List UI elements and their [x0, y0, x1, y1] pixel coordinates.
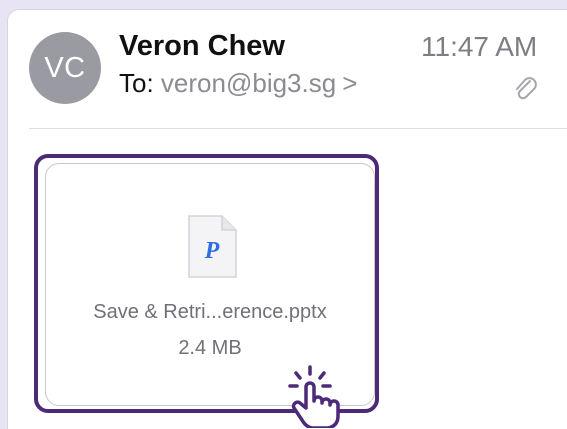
- hand-pointer-icon: [288, 365, 340, 428]
- recipient-line[interactable]: To: veron@big3.sg >: [119, 68, 357, 99]
- recipient-email: veron@big3.sg: [160, 68, 337, 98]
- message-time: 11:47 AM: [421, 31, 538, 62]
- powerpoint-file-icon: P: [186, 214, 238, 280]
- attachment-file-name: Save & Retri...erence.pptx: [93, 301, 327, 323]
- attachment-file-size: 2.4 MB: [178, 337, 242, 359]
- paperclip-icon: [516, 77, 537, 100]
- avatar-initials: VC: [44, 51, 86, 84]
- header-divider: [29, 128, 567, 129]
- avatar[interactable]: VC: [29, 32, 101, 104]
- chevron-right-icon: >: [342, 68, 358, 98]
- sender-name[interactable]: Veron Chew: [119, 30, 285, 63]
- file-type-letter: P: [204, 238, 220, 264]
- to-label: To:: [119, 68, 154, 98]
